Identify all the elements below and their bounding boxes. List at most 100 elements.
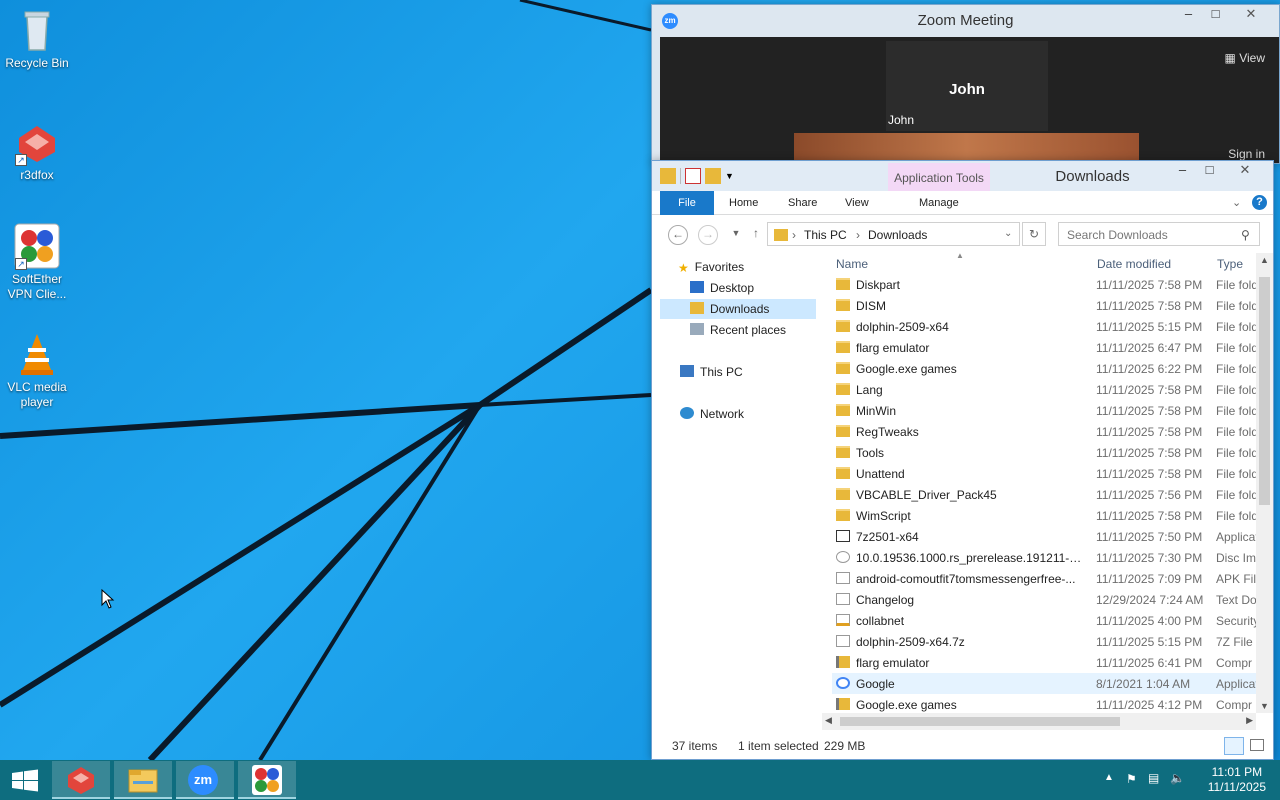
file-row[interactable]: 10.0.19536.1000.rs_prerelease.191211-144…: [832, 547, 1262, 568]
file-row[interactable]: Google.exe games 11/11/2025 6:22 PM File f…: [832, 358, 1262, 379]
back-button[interactable]: ←: [668, 225, 688, 245]
properties-icon[interactable]: [685, 168, 701, 184]
scrollbar-thumb[interactable]: [1259, 277, 1270, 505]
nav-recent-places[interactable]: Recent places: [690, 320, 786, 340]
softether-vpn-icon: ↗: [13, 222, 61, 270]
expand-ribbon-icon[interactable]: ⌄: [1232, 191, 1241, 215]
file-explorer-window[interactable]: ▼ Application Tools Downloads – □ ✕ File…: [651, 160, 1274, 760]
taskbar-zoom[interactable]: zm: [176, 761, 234, 799]
tab-manage[interactable]: Manage: [919, 191, 959, 215]
selection-count: 1 item selected: [738, 739, 819, 753]
file-row[interactable]: flarg emulator 11/11/2025 6:47 PM File fol…: [832, 337, 1262, 358]
scrollbar-thumb[interactable]: [840, 717, 1120, 726]
sign-in-link[interactable]: Sign in: [1228, 147, 1265, 161]
zoom-titlebar[interactable]: zm Zoom Meeting – □ ✕: [652, 5, 1279, 35]
minimize-button[interactable]: –: [1175, 5, 1202, 25]
desktop-icon-r3dfox[interactable]: ↗ r3dfox: [0, 118, 74, 183]
maximize-button[interactable]: □: [1196, 161, 1223, 181]
network-icon[interactable]: ▤: [1148, 771, 1159, 785]
clock[interactable]: 11:01 PM 11/11/2025: [1208, 765, 1266, 795]
show-hidden-icons-icon[interactable]: ▲: [1104, 772, 1114, 783]
nav-this-pc[interactable]: This PC: [680, 362, 743, 382]
explorer-titlebar[interactable]: ▼ Application Tools Downloads – □ ✕: [652, 161, 1273, 191]
file-row[interactable]: Lang 11/11/2025 7:58 PM File fold: [832, 379, 1262, 400]
tab-share[interactable]: Share: [788, 191, 817, 215]
search-input[interactable]: Search Downloads ⚲: [1058, 222, 1260, 246]
file-row[interactable]: 7z2501-x64 11/11/2025 7:50 PM Applicat: [832, 526, 1262, 547]
horizontal-scrollbar[interactable]: ◀ ▶: [822, 713, 1256, 730]
close-button[interactable]: ✕: [1229, 5, 1273, 25]
file-date-modified: 11/11/2025 5:15 PM: [1096, 320, 1203, 334]
start-button[interactable]: [0, 761, 50, 799]
view-button[interactable]: ▦ View: [1225, 51, 1265, 65]
file-date-modified: 11/11/2025 7:58 PM: [1096, 299, 1203, 313]
nav-network[interactable]: Network: [680, 404, 744, 424]
refresh-button[interactable]: ↻: [1022, 222, 1046, 246]
taskbar-softether[interactable]: [238, 761, 296, 799]
taskbar-r3dfox[interactable]: [52, 761, 110, 799]
file-row[interactable]: android-comoutfit7tomsmessengerfree-... 1…: [832, 568, 1262, 589]
maximize-button[interactable]: □: [1202, 5, 1229, 25]
file-row[interactable]: Unattend 11/11/2025 7:58 PM File fold: [832, 463, 1262, 484]
file-row[interactable]: DISM 11/11/2025 7:58 PM File fold: [832, 295, 1262, 316]
up-button[interactable]: ↑: [746, 225, 766, 245]
chevron-down-icon[interactable]: ⌄: [1004, 228, 1012, 239]
breadcrumb-downloads[interactable]: Downloads: [868, 228, 927, 242]
desktop-icon-recycle-bin[interactable]: Recycle Bin: [0, 6, 74, 71]
folder-icon: [836, 341, 850, 353]
new-folder-icon[interactable]: [705, 168, 721, 184]
column-name[interactable]: Name: [836, 257, 868, 271]
file-row[interactable]: Tools 11/11/2025 7:58 PM File fold: [832, 442, 1262, 463]
scroll-left-icon[interactable]: ◀: [825, 715, 832, 726]
volume-icon[interactable]: 🔈: [1170, 771, 1185, 785]
tab-home[interactable]: Home: [729, 191, 758, 215]
nav-downloads[interactable]: Downloads: [660, 299, 816, 319]
desktop-icon-vlc[interactable]: VLC media player: [0, 330, 74, 410]
tab-view[interactable]: View: [845, 191, 869, 215]
folder-icon: [836, 509, 850, 521]
nav-desktop[interactable]: Desktop: [690, 278, 754, 298]
minimize-button[interactable]: –: [1169, 161, 1196, 181]
nav-label: Favorites: [694, 260, 745, 274]
folder-icon[interactable]: [660, 168, 676, 184]
recent-locations-icon[interactable]: ▼: [726, 225, 746, 245]
forward-button[interactable]: →: [698, 225, 718, 245]
desktop-icon-softether[interactable]: ↗ SoftEther VPN Clie...: [0, 222, 74, 302]
file-row[interactable]: dolphin-2509-x64 11/11/2025 5:15 PM File f…: [832, 316, 1262, 337]
file-row[interactable]: Diskpart 11/11/2025 7:58 PM File fold: [832, 274, 1262, 295]
file-row[interactable]: RegTweaks 11/11/2025 7:58 PM File fold: [832, 421, 1262, 442]
large-icons-view-icon[interactable]: [1250, 739, 1264, 751]
action-center-flag-icon[interactable]: ⚑: [1126, 772, 1137, 786]
file-date-modified: 11/11/2025 6:41 PM: [1096, 656, 1203, 670]
details-view-icon[interactable]: [1224, 737, 1244, 755]
file-row[interactable]: flarg emulator 11/11/2025 6:41 PM Compr: [832, 652, 1262, 673]
column-date-modified[interactable]: Date modified: [1097, 257, 1171, 271]
help-icon[interactable]: ?: [1252, 195, 1267, 210]
file-name: Unattend: [856, 467, 905, 481]
file-row[interactable]: Changelog 12/29/2024 7:24 AM Text Do: [832, 589, 1262, 610]
column-type[interactable]: Type: [1217, 257, 1243, 271]
scroll-right-icon[interactable]: ▶: [1246, 715, 1253, 726]
scroll-down-icon[interactable]: ▼: [1260, 701, 1269, 711]
tab-file[interactable]: File: [660, 191, 714, 215]
vertical-scrollbar[interactable]: ▲ ▼: [1256, 253, 1273, 713]
breadcrumb-this-pc[interactable]: This PC: [804, 228, 847, 242]
7z-icon: [836, 530, 850, 542]
close-button[interactable]: ✕: [1223, 161, 1267, 181]
file-row[interactable]: WimScript 11/11/2025 7:58 PM File fold: [832, 505, 1262, 526]
file-row[interactable]: MinWin 11/11/2025 7:58 PM File fold: [832, 400, 1262, 421]
zoom-meeting-window[interactable]: zm Zoom Meeting – □ ✕ John John ▦ View S…: [651, 4, 1280, 164]
file-row[interactable]: Google 8/1/2021 1:04 AM Applicat: [832, 673, 1262, 694]
file-row[interactable]: VBCABLE_Driver_Pack45 11/11/2025 7:56 PM F…: [832, 484, 1262, 505]
address-bar[interactable]: › This PC › Downloads ⌄: [767, 222, 1020, 246]
file-row[interactable]: dolphin-2509-x64.7z 11/11/2025 5:15 PM 7Z …: [832, 631, 1262, 652]
r3dfox-icon: ↗: [13, 118, 61, 166]
taskbar-file-explorer[interactable]: [114, 761, 172, 799]
file-row[interactable]: collabnet 11/11/2025 4:00 PM Security: [832, 610, 1262, 631]
file-row[interactable]: Google.exe games 11/11/2025 4:12 PM Compr: [832, 694, 1262, 715]
file-type: Compr: [1216, 656, 1253, 670]
chevron-down-icon[interactable]: ▼: [725, 168, 735, 184]
folder-icon: [836, 446, 850, 458]
nav-favorites[interactable]: ★ Favorites: [678, 257, 744, 277]
scroll-up-icon[interactable]: ▲: [1260, 255, 1269, 265]
